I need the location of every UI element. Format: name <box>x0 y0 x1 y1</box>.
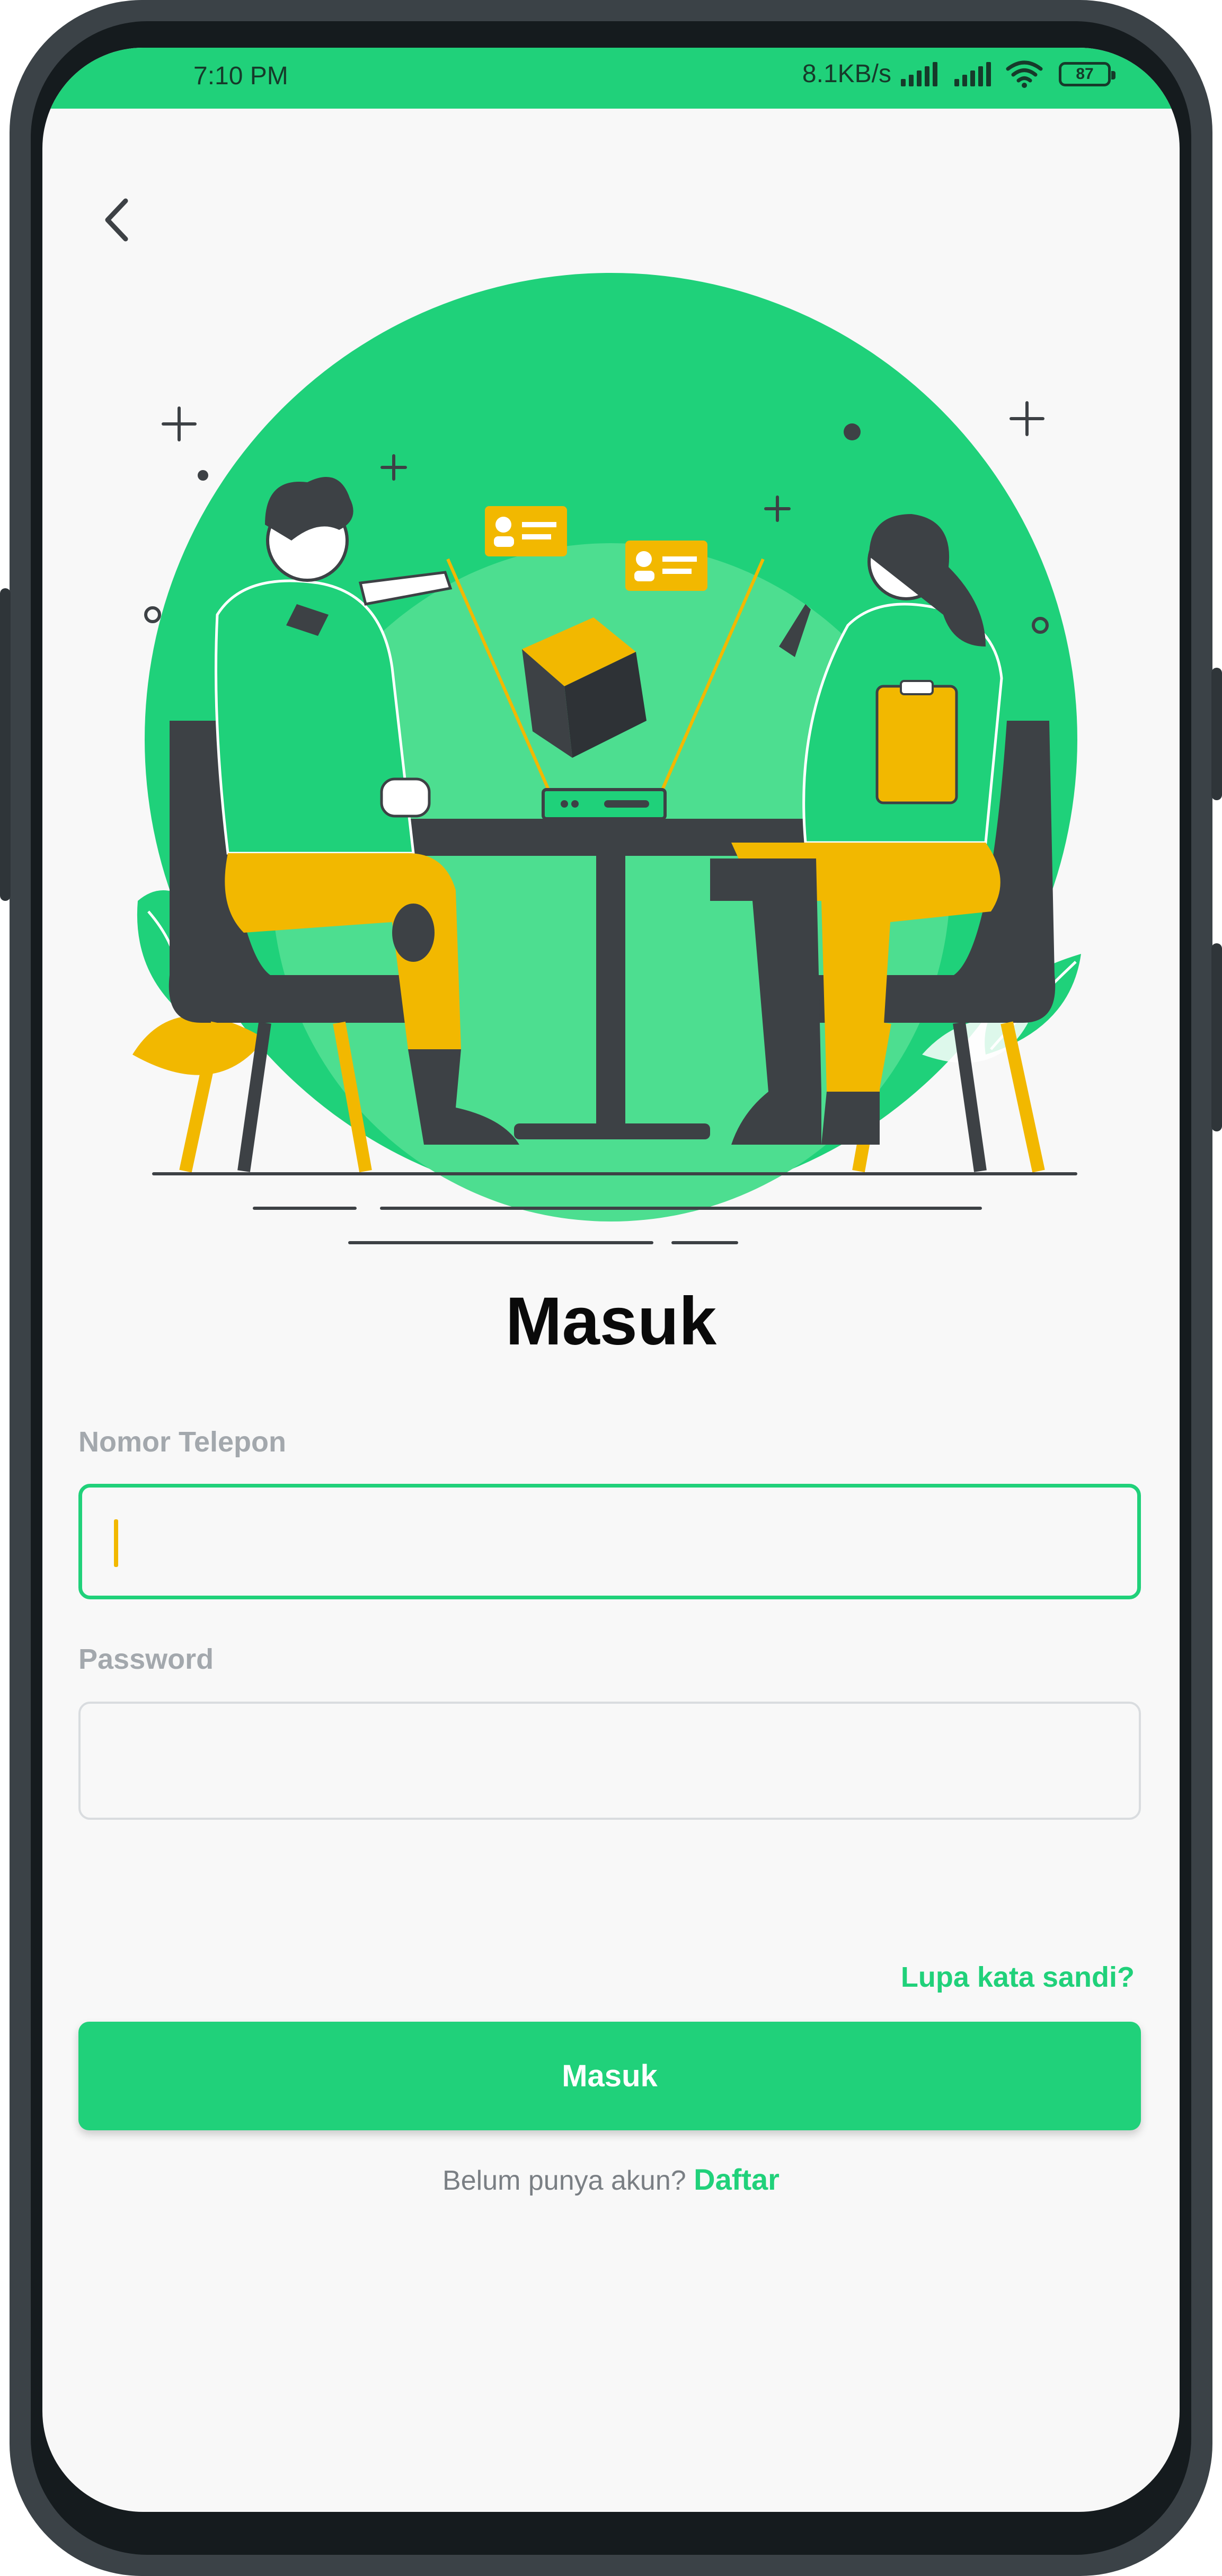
forgot-password-link[interactable]: Lupa kata sandi? <box>901 1961 1135 1994</box>
text-cursor <box>114 1519 118 1567</box>
phone-label: Nomor Telepon <box>78 1426 287 1458</box>
side-button-right-bottom <box>1211 943 1222 1131</box>
status-bar: 7:10 PM 8.1KB/s 87 <box>42 48 1180 109</box>
login-button[interactable]: Masuk <box>78 2022 1141 2130</box>
signup-row: Belum punya akun? Daftar <box>42 2162 1180 2197</box>
wifi-icon <box>1006 60 1043 88</box>
network-speed: 8.1KB/s <box>802 60 891 88</box>
signup-prompt: Belum punya akun? <box>442 2165 686 2196</box>
status-icons: 8.1KB/s 87 <box>802 59 1115 88</box>
back-arrow-icon <box>105 198 128 242</box>
status-time: 7:10 PM <box>193 62 288 90</box>
phone-input[interactable] <box>78 1484 1141 1599</box>
battery-level: 87 <box>1076 65 1094 83</box>
signup-link[interactable]: Daftar <box>694 2163 780 2196</box>
two-people-meeting-illustration <box>132 273 1081 1244</box>
app-screen: 7:10 PM 8.1KB/s 87 Masuk Nomor Telepon P… <box>42 48 1180 2512</box>
battery-icon: 87 <box>1059 61 1115 86</box>
page-title: Masuk <box>505 1283 717 1359</box>
side-button-right-top <box>1211 668 1222 800</box>
signal-icon <box>954 61 991 86</box>
signal-icon <box>901 61 937 86</box>
password-label: Password <box>78 1643 214 1675</box>
side-button-left <box>0 588 11 901</box>
password-input[interactable] <box>78 1702 1141 1820</box>
back-button[interactable] <box>93 193 146 246</box>
